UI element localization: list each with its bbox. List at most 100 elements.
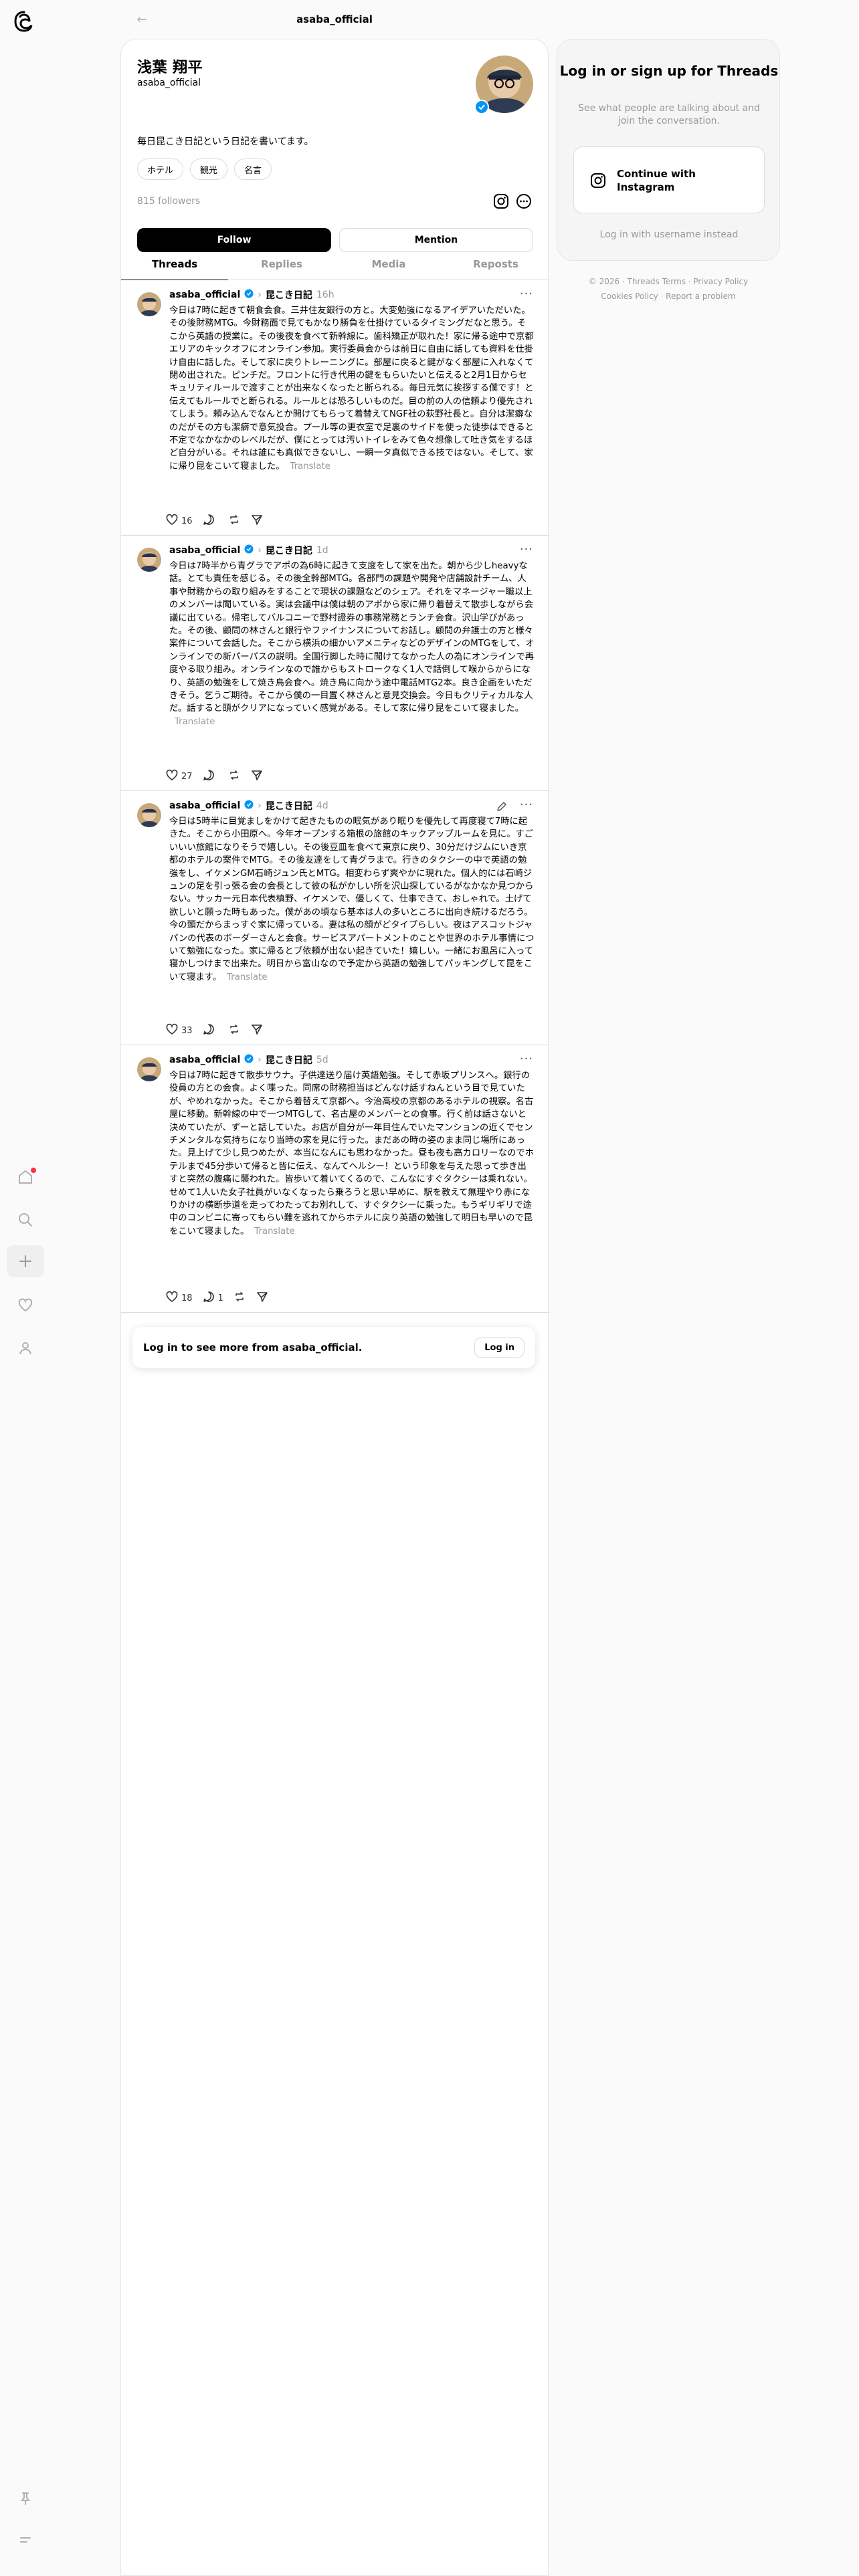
verified-badge-icon: [244, 289, 254, 301]
more-icon[interactable]: ···: [520, 542, 533, 556]
footer-line-1[interactable]: © 2026 · Threads Terms · Privacy Policy: [557, 274, 780, 289]
post-meta: asaba_official › 昆こき日記 1d: [169, 544, 328, 557]
like-button[interactable]: 33: [165, 1020, 193, 1041]
repost-icon: [227, 513, 241, 529]
page-title: asaba_official: [296, 13, 373, 25]
post-time[interactable]: 5d: [316, 1055, 328, 1065]
more-options-icon[interactable]: [514, 192, 533, 211]
repost-button[interactable]: [227, 510, 241, 532]
footer-line-2[interactable]: Cookies Policy · Report a problem: [557, 289, 780, 304]
more-icon[interactable]: ···: [520, 287, 533, 301]
post-topic-tag[interactable]: 昆こき日記: [266, 1053, 312, 1067]
share-icon: [250, 1023, 264, 1039]
heart-icon: [165, 1023, 179, 1039]
comment-icon: [202, 513, 215, 529]
avatar[interactable]: [137, 803, 161, 827]
nav-search[interactable]: [7, 1204, 44, 1236]
tab-threads[interactable]: Threads: [121, 248, 228, 280]
nav-profile[interactable]: [7, 1332, 44, 1364]
thread-post[interactable]: asaba_official › 昆こき日記 5d ··· 今日は7時に起きて散歩サウナ。…: [121, 1045, 549, 1313]
left-rail: [0, 0, 51, 2576]
reply-button[interactable]: [202, 766, 218, 787]
profile-tag[interactable]: 名言: [234, 158, 272, 180]
heart-icon: [165, 1290, 179, 1306]
translate-link[interactable]: Translate: [254, 1226, 294, 1237]
avatar[interactable]: [137, 292, 161, 316]
profile-tag[interactable]: 観光: [190, 158, 228, 180]
post-topic-tag[interactable]: 昆こき日記: [266, 799, 312, 813]
threads-logo-icon[interactable]: [12, 9, 36, 33]
post-username[interactable]: asaba_official: [169, 1055, 240, 1065]
profile-tabs: Threads Replies Media Reposts: [121, 248, 549, 280]
thread-post[interactable]: asaba_official › 昆こき日記 4d ··· 今日は5時半に目覚ましをかけて…: [121, 791, 549, 1045]
like-count: 27: [181, 771, 193, 782]
post-username[interactable]: asaba_official: [169, 800, 240, 811]
like-button[interactable]: 27: [165, 766, 193, 787]
post-text: 今日は7時に起きて朝食会食。三井住友銀行の方と。大変勉強になるアイデアいただいた…: [169, 306, 534, 471]
like-button[interactable]: 18: [165, 1287, 193, 1309]
post-topic-tag[interactable]: 昆こき日記: [266, 288, 312, 302]
reply-button[interactable]: [202, 510, 218, 532]
share-button[interactable]: [250, 510, 264, 532]
like-button[interactable]: 16: [165, 510, 193, 532]
heart-icon: [165, 768, 179, 784]
tab-replies[interactable]: Replies: [228, 248, 335, 280]
share-button[interactable]: [256, 1287, 269, 1309]
profile-bio: 毎日昆こき日記という日記を書いてます。: [137, 136, 314, 147]
post-text: 今日は5時半に目覚ましをかけて起きたものの眠気があり眠りを優先して再度寝て7時に…: [169, 817, 535, 982]
nav-create[interactable]: [7, 1245, 44, 1277]
heart-icon: [165, 513, 179, 529]
pin-icon: [21, 2492, 30, 2505]
more-icon[interactable]: ···: [520, 798, 533, 812]
avatar[interactable]: [137, 548, 161, 572]
edit-icon[interactable]: [496, 800, 508, 813]
post-text: 今日は7時半から青グラでアポの為6時に起きて支度をして家を出た。朝から少しhea…: [169, 561, 535, 714]
followers-count[interactable]: 815 followers: [137, 196, 200, 207]
post-body: 今日は7時半から青グラでアポの為6時に起きて支度をして家を出た。朝から少しhea…: [169, 560, 535, 728]
instagram-icon[interactable]: [492, 192, 510, 211]
tab-reposts[interactable]: Reposts: [442, 248, 549, 280]
reply-button[interactable]: [202, 1020, 218, 1041]
verified-badge-icon: [244, 1054, 254, 1066]
post-topic-tag[interactable]: 昆こき日記: [266, 544, 312, 557]
instagram-icon: [589, 171, 607, 190]
post-username[interactable]: asaba_official: [169, 290, 240, 300]
post-username[interactable]: asaba_official: [169, 545, 240, 556]
thread-post[interactable]: asaba_official › 昆こき日記 1d ··· 今日は7時半から青グラでアポの…: [121, 536, 549, 791]
repost-icon: [233, 1290, 246, 1306]
tab-media[interactable]: Media: [335, 248, 442, 280]
notification-dot: [31, 1168, 36, 1173]
post-time[interactable]: 16h: [316, 290, 335, 300]
share-icon: [250, 768, 264, 784]
arrow-left-icon[interactable]: ←: [134, 12, 150, 28]
share-button[interactable]: [250, 766, 264, 787]
username-login-link[interactable]: Log in with username instead: [557, 229, 781, 240]
post-time[interactable]: 4d: [316, 800, 328, 811]
nav-activity[interactable]: [7, 1289, 44, 1321]
repost-button[interactable]: [227, 1020, 241, 1041]
post-time[interactable]: 1d: [316, 545, 328, 556]
share-button[interactable]: [250, 1020, 264, 1041]
login-button[interactable]: Log in: [474, 1337, 524, 1358]
repost-button[interactable]: [227, 766, 241, 787]
post-actions: 33: [165, 1020, 264, 1041]
translate-link[interactable]: Translate: [175, 717, 215, 727]
nav-home[interactable]: [7, 1161, 44, 1193]
continue-with-instagram-button[interactable]: Continue with Instagram: [573, 146, 765, 213]
translate-link[interactable]: Translate: [227, 972, 267, 982]
post-actions: 18 1: [165, 1287, 269, 1309]
post-actions: 16: [165, 510, 264, 532]
nav-pin[interactable]: [7, 2482, 44, 2514]
avatar[interactable]: [137, 1057, 161, 1081]
thread-post[interactable]: asaba_official › 昆こき日記 16h ··· 今日は7時に起きて朝食会食。…: [121, 280, 549, 536]
repost-button[interactable]: [233, 1287, 246, 1309]
translate-link[interactable]: Translate: [290, 461, 330, 471]
chevron-right-icon: ›: [258, 290, 262, 300]
profile-tag[interactable]: ホテル: [137, 158, 184, 180]
profile-tags: ホテル 観光 名言: [137, 158, 272, 180]
nav-menu[interactable]: [7, 2524, 44, 2556]
more-icon[interactable]: ···: [520, 1052, 533, 1066]
post-meta: asaba_official › 昆こき日記 16h: [169, 288, 335, 302]
comment-icon: [202, 1290, 215, 1306]
reply-button[interactable]: 1: [202, 1287, 223, 1309]
